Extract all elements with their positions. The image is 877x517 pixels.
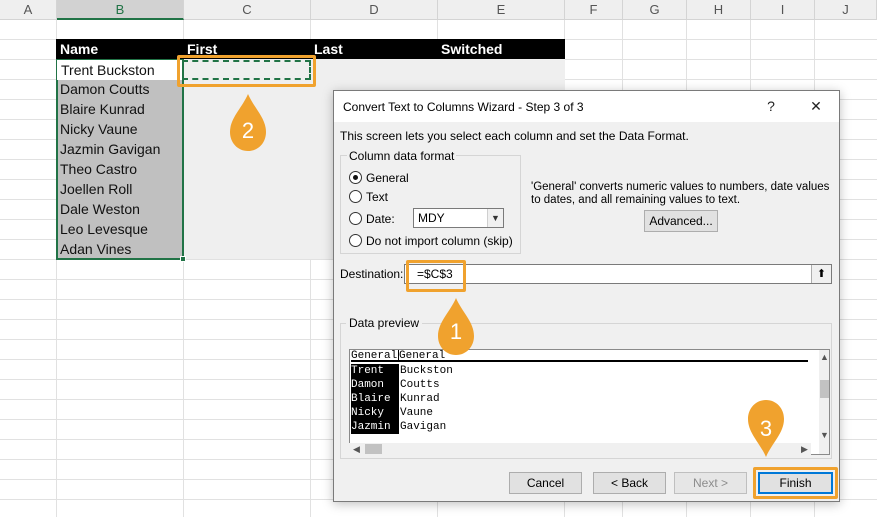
column-header-h[interactable]: H (687, 0, 751, 20)
table-cell-name[interactable]: Leo Levesque (56, 219, 184, 239)
close-icon[interactable]: ✕ (799, 91, 833, 122)
callout-2: 2 (228, 92, 268, 152)
table-cell-name[interactable]: Jazmin Gavigan (56, 139, 184, 159)
column-header-bar: A B C D E F G H I J (0, 0, 877, 20)
highlight-box-destination (406, 260, 466, 292)
preview-cell[interactable]: Nicky (351, 406, 399, 420)
header-cell-last[interactable]: Last (310, 39, 437, 59)
column-header-e[interactable]: E (438, 0, 565, 20)
column-header-a[interactable]: A (0, 0, 57, 20)
cancel-button[interactable]: Cancel (509, 472, 582, 494)
preview-cell[interactable]: Blaire (351, 392, 399, 406)
header-cell-switched[interactable]: Switched (437, 39, 565, 59)
radio-skip-label: Do not import column (skip) (366, 234, 513, 248)
scroll-up-icon[interactable]: ▲ (819, 352, 829, 362)
radio-button[interactable] (349, 234, 362, 247)
scroll-left-icon[interactable]: ◀ (351, 444, 362, 455)
column-data-format-group: Column data format General Text Date: MD… (340, 149, 521, 254)
column-header-i[interactable]: I (751, 0, 815, 20)
preview-cell[interactable]: Kunrad (400, 392, 600, 406)
preview-column-header[interactable]: General (351, 350, 399, 362)
preview-cell[interactable]: Damon (351, 378, 399, 392)
preview-cell[interactable]: Jazmin (351, 420, 399, 434)
chevron-down-icon[interactable]: ▼ (487, 209, 503, 227)
column-data-format-label: Column data format (347, 149, 457, 163)
date-format-select[interactable]: MDY ▼ (413, 208, 504, 228)
table-cell-name[interactable]: Joellen Roll (56, 179, 184, 199)
scrollbar-thumb[interactable] (820, 380, 829, 398)
column-header-g[interactable]: G (623, 0, 687, 20)
radio-text[interactable]: Text (349, 189, 388, 205)
dialog-title: Convert Text to Columns Wizard - Step 3 … (343, 100, 584, 114)
column-header-c[interactable]: C (184, 0, 311, 20)
callout-3: 3 (746, 398, 786, 458)
column-header-f[interactable]: F (565, 0, 623, 20)
table-cell-name[interactable]: Damon Coutts (56, 79, 184, 99)
format-description: 'General' converts numeric values to num… (531, 181, 830, 206)
radio-date[interactable]: Date: (349, 211, 395, 227)
preview-cell[interactable]: Buckston (400, 364, 600, 378)
radio-button-selected[interactable] (349, 171, 362, 184)
radio-general-label: General (366, 171, 409, 185)
table-cell-name[interactable]: Blaire Kunrad (56, 99, 184, 119)
collapse-dialog-icon[interactable]: ⬆ (811, 265, 831, 283)
back-button[interactable]: < Back (593, 472, 666, 494)
dialog-titlebar[interactable]: Convert Text to Columns Wizard - Step 3 … (334, 91, 839, 122)
column-header-j[interactable]: J (815, 0, 877, 20)
preview-vertical-scrollbar[interactable]: ▲ ▼ (819, 350, 829, 454)
column-header-d[interactable]: D (311, 0, 438, 20)
radio-button[interactable] (349, 190, 362, 203)
callout-number: 3 (759, 416, 773, 441)
preview-horizontal-scrollbar[interactable]: ◀ ▶ (349, 443, 811, 455)
destination-input[interactable]: =$C$3 ⬆ (404, 264, 832, 284)
radio-text-label: Text (366, 190, 389, 204)
table-cell-name[interactable]: Nicky Vaune (56, 119, 184, 139)
column-header-b[interactable]: B (57, 0, 184, 20)
radio-general[interactable]: General (349, 170, 409, 186)
table-cell-name[interactable]: Dale Weston (56, 199, 184, 219)
advanced-button[interactable]: Advanced... (644, 210, 718, 232)
preview-cell[interactable]: Coutts (400, 378, 600, 392)
fill-handle[interactable] (180, 256, 186, 262)
destination-label: Destination: (340, 267, 404, 281)
table-cell-name[interactable]: Adan Vines (56, 239, 184, 259)
date-format-value: MDY (418, 211, 445, 225)
callout-number: 1 (449, 319, 463, 344)
help-button[interactable]: ? (754, 91, 788, 122)
data-preview-label: Data preview (346, 316, 423, 330)
highlight-box-finish (753, 467, 838, 499)
scroll-right-icon[interactable]: ▶ (799, 444, 810, 455)
header-cell-name[interactable]: Name (56, 39, 183, 59)
radio-skip[interactable]: Do not import column (skip) (349, 233, 513, 249)
next-button[interactable]: Next > (674, 472, 747, 494)
callout-number: 2 (241, 118, 255, 143)
table-cell-name[interactable]: Trent Buckston (57, 60, 182, 80)
scrollbar-thumb[interactable] (365, 444, 382, 454)
radio-date-label: Date: (366, 212, 395, 226)
scroll-down-icon[interactable]: ▼ (819, 430, 829, 440)
table-cell-name[interactable]: Theo Castro (56, 159, 184, 179)
preview-cell[interactable]: Gavigan (400, 420, 600, 434)
callout-1: 1 (436, 296, 476, 356)
highlight-box-destination-cell (177, 55, 316, 87)
preview-cell[interactable]: Trent (351, 364, 399, 378)
preview-cell[interactable]: Vaune (400, 406, 600, 420)
radio-button[interactable] (349, 212, 362, 225)
dialog-intro-text: This screen lets you select each column … (340, 129, 689, 143)
